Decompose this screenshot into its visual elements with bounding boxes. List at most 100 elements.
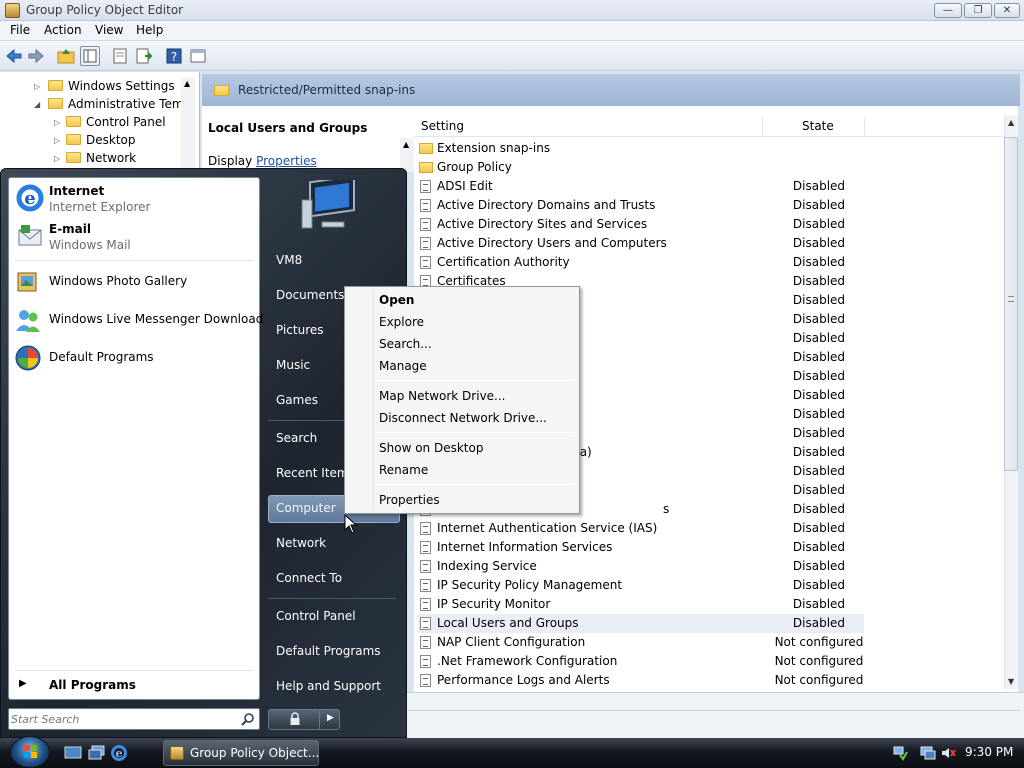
start-search-input[interactable] [11,710,233,728]
start-link-control-panel[interactable]: Control Panel [276,609,356,623]
expand-arrow-icon[interactable]: ▷ [54,136,60,145]
pinned-email[interactable]: E-mail Windows Mail [9,219,259,255]
row-setting-name: IP Security Policy Management [437,578,623,592]
back-arrow-icon[interactable] [4,46,24,66]
table-row[interactable]: .Net Framework Configuration Not configur… [418,652,864,671]
context-menu-disconnect-network-drive[interactable]: Disconnect Network Drive... [379,408,575,428]
forward-arrow-icon[interactable] [26,46,46,66]
context-menu-rename[interactable]: Rename [379,460,575,480]
row-state: Disabled [792,616,846,630]
setting-icon [420,598,431,611]
volume-muted-icon[interactable] [940,745,956,761]
table-row[interactable]: Certification Authority Disabled [418,253,864,272]
expand-arrow-icon[interactable]: ▷ [54,154,60,163]
row-setting-name: Group Policy [437,160,512,174]
power-options-button[interactable]: ▶ [319,710,340,729]
table-row[interactable]: Local Users and Groups Disabled [418,614,864,633]
show-hide-tree-icon[interactable] [80,46,100,66]
column-header-state[interactable]: State [802,119,834,133]
context-menu-map-network-drive[interactable]: Map Network Drive... [379,386,575,406]
context-menu-show-on-desktop[interactable]: Show on Desktop [379,438,575,458]
table-row[interactable]: Active Directory Sites and Services Disab… [418,215,864,234]
taskbar-button-gpedit[interactable]: Group Policy Object... [163,740,319,766]
tree-node-control-panel[interactable]: Control Panel [66,115,166,129]
context-menu-search[interactable]: Search... [379,334,575,354]
table-row[interactable]: Internet Information Services Disabled [418,538,864,557]
recent-default-programs[interactable]: Default Programs [9,342,259,374]
switch-windows-icon[interactable] [88,745,106,761]
table-row[interactable]: Group Policy [418,158,864,177]
help-icon[interactable]: ? [164,46,184,66]
minimize-button[interactable]: — [934,3,962,18]
context-menu-properties[interactable]: Properties [379,490,575,510]
start-search-box[interactable] [8,708,260,730]
context-menu-explore[interactable]: Explore [379,312,575,332]
column-header-setting[interactable]: Setting [421,119,464,133]
clock[interactable]: 9:30 PM [965,745,1013,759]
table-row[interactable]: Active Directory Users and Computers Disa… [418,234,864,253]
folder-icon [48,80,63,91]
scroll-up-arrow-icon[interactable]: ▲ [1008,118,1014,127]
close-button[interactable]: ✕ [994,3,1020,18]
start-link-connect-to[interactable]: Connect To [276,571,342,585]
tree-node-desktop[interactable]: Desktop [66,133,136,147]
recent-live-messenger[interactable]: Windows Live Messenger Download [9,304,263,336]
table-row[interactable]: NAP Client Configuration Not configured [418,633,864,652]
start-link-music[interactable]: Music [276,358,310,372]
pinned-internet[interactable]: e Internet Internet Explorer [9,181,259,217]
context-menu-manage[interactable]: Manage [379,356,575,376]
tree-scrollbar[interactable]: ▲ [181,78,195,172]
scroll-up-arrow-icon[interactable]: ▲ [184,79,190,88]
start-link-computer[interactable]: Computer [276,501,336,515]
display-tray-icon[interactable] [920,745,936,761]
maximize-button[interactable]: ❐ [964,3,992,18]
table-row[interactable]: ADSI Edit Disabled [418,177,864,196]
table-row[interactable]: Indexing Service Disabled [418,557,864,576]
menu-action[interactable]: Action [44,23,82,37]
show-desktop-icon[interactable] [64,745,82,761]
recent-photo-gallery[interactable]: Windows Photo Gallery [9,266,259,298]
collapse-arrow-icon[interactable]: ◢ [34,100,40,109]
search-icon[interactable] [241,712,255,726]
tree-node-administrative-templates[interactable]: Administrative Temp [48,97,191,111]
table-row[interactable]: Performance Logs and Alerts Not configure… [418,671,864,690]
menu-view[interactable]: View [95,23,123,37]
network-tray-icon[interactable] [892,745,908,761]
row-state: Disabled [792,350,846,364]
table-row[interactable]: Active Directory Domains and Trusts Disab… [418,196,864,215]
start-button[interactable] [10,736,50,768]
properties-sheet-icon[interactable] [110,46,130,66]
row-state: Disabled [792,369,846,383]
start-link-pictures[interactable]: Pictures [276,323,324,337]
export-list-icon[interactable] [134,46,154,66]
up-folder-icon[interactable] [56,46,76,66]
expand-arrow-icon[interactable]: ▷ [54,118,60,127]
menu-help[interactable]: Help [136,23,163,37]
list-scrollbar-thumb[interactable] [1004,137,1018,471]
start-link-documents[interactable]: Documents [276,288,344,302]
table-row[interactable]: IP Security Monitor Disabled [418,595,864,614]
menu-file[interactable]: File [10,23,30,37]
all-programs-button[interactable]: ▶ All Programs [9,675,259,697]
start-link-network[interactable]: Network [276,536,326,550]
description-scrollbar[interactable]: ▲ [400,138,414,172]
start-link-help-and-support[interactable]: Help and Support [276,679,381,693]
internet-explorer-icon[interactable]: e [110,744,128,762]
start-link-search[interactable]: Search [276,431,317,445]
start-link-games[interactable]: Games [276,393,318,407]
start-link-vm8[interactable]: VM8 [276,253,302,267]
row-state: Disabled [792,331,846,345]
lock-button[interactable] [269,710,319,729]
table-row[interactable]: IP Security Policy Management Disabled [418,576,864,595]
context-menu-open[interactable]: Open [379,290,575,310]
table-row[interactable]: Internet Authentication Service (IAS) Dis… [418,519,864,538]
start-link-default-programs[interactable]: Default Programs [276,644,381,658]
table-row[interactable]: Extension snap-ins [418,139,864,158]
scroll-down-arrow-icon[interactable]: ▼ [1008,677,1014,686]
tree-node-network[interactable]: Network [66,151,136,165]
scroll-up-arrow-icon[interactable]: ▲ [403,140,409,149]
view-options-icon[interactable] [188,46,208,66]
properties-link[interactable]: Properties [256,154,317,168]
tree-node-windows-settings[interactable]: Windows Settings [48,79,175,93]
expand-arrow-icon[interactable]: ▷ [34,82,40,91]
